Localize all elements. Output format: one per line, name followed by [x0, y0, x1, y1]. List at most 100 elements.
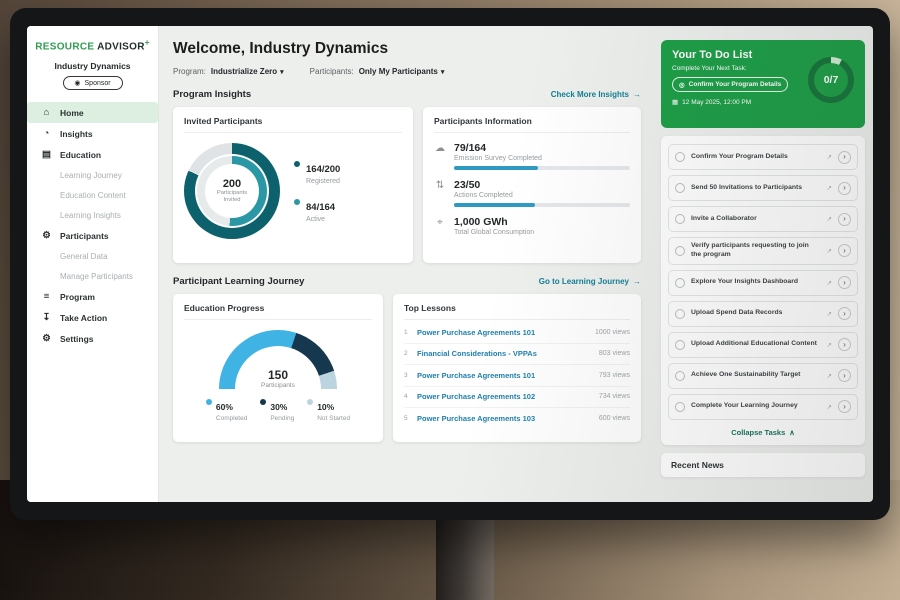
sidebar-item-education-content[interactable]: Education Content: [27, 185, 158, 205]
external-link-icon: ↗: [827, 403, 832, 411]
task-row-complete-learning-journey[interactable]: Complete Your Learning Journey ↗ ›: [668, 394, 858, 420]
check-more-insights-link[interactable]: Check More Insights →: [551, 90, 641, 99]
section-title: Participant Learning Journey: [173, 276, 304, 287]
learning-journey-header: Participant Learning Journey Go to Learn…: [173, 276, 641, 287]
task-row-explore-insights[interactable]: Explore Your Insights Dashboard ↗ ›: [668, 270, 858, 296]
go-to-learning-journey-link[interactable]: Go to Learning Journey →: [539, 277, 641, 286]
take-action-icon: ↧: [41, 312, 52, 323]
progress-bar: [454, 203, 630, 207]
task-chevron-button[interactable]: ›: [838, 276, 851, 289]
task-checkbox[interactable]: [675, 152, 685, 162]
arrow-right-icon: →: [633, 277, 641, 286]
sidebar-item-learning-journey[interactable]: Learning Journey: [27, 165, 158, 185]
program-filter-dropdown[interactable]: Industrialize Zero ▾: [211, 67, 284, 76]
task-checkbox[interactable]: [675, 278, 685, 288]
task-checkbox[interactable]: [675, 309, 685, 319]
external-link-icon: ↗: [827, 247, 832, 255]
todo-hero-card: Your To Do List Complete Your Next Task:…: [661, 40, 865, 128]
learning-journey-cards: Education Progress 150 Participants 60%: [173, 294, 641, 442]
task-checkbox[interactable]: [675, 214, 685, 224]
settings-icon: ⚙: [41, 333, 52, 344]
task-chevron-button[interactable]: ›: [838, 213, 851, 226]
task-chevron-button[interactable]: ›: [838, 182, 851, 195]
monitor: RESOURCE ADVISOR+ Industry Dynamics ◉ Sp…: [10, 8, 890, 520]
lesson-row: 1 Power Purchase Agreements 101 1000 vie…: [404, 322, 630, 344]
sidebar-item-home[interactable]: ⌂ Home: [27, 102, 158, 123]
main-content: Welcome, Industry Dynamics Program: Indu…: [159, 26, 655, 502]
participants-filter: Participants: Only My Participants ▾: [310, 67, 445, 76]
task-chevron-button[interactable]: ›: [838, 307, 851, 320]
task-chevron-button[interactable]: ›: [838, 400, 851, 413]
lesson-row: 4 Power Purchase Agreements 102 734 view…: [404, 387, 630, 409]
participants-icon: ⚙: [41, 230, 52, 241]
todo-progress-value: 0/7: [814, 63, 848, 97]
chevron-down-icon: ▾: [441, 68, 445, 76]
external-link-icon: ↗: [827, 279, 832, 287]
task-row-upload-spend-data[interactable]: Upload Spend Data Records ↗ ›: [668, 301, 858, 327]
external-link-icon: ↗: [827, 310, 832, 318]
sidebar-item-label: Manage Participants: [60, 272, 133, 281]
collapse-tasks-link[interactable]: Collapse Tasks ∧: [668, 425, 858, 442]
lesson-link[interactable]: Power Purchase Agreements 103: [417, 414, 535, 423]
lesson-link[interactable]: Financial Considerations - VPPAs: [417, 349, 537, 358]
lesson-row: 5 Power Purchase Agreements 103 600 view…: [404, 408, 630, 430]
card-title: Invited Participants: [184, 116, 402, 133]
task-checkbox[interactable]: [675, 402, 685, 412]
sidebar-item-insights[interactable]: ◔ Insights: [27, 123, 158, 144]
sidebar-item-manage-participants[interactable]: Manage Participants: [27, 266, 158, 286]
task-row-achieve-target[interactable]: Achieve One Sustainability Target ↗ ›: [668, 363, 858, 389]
sidebar-item-education[interactable]: ▤ Education: [27, 144, 158, 165]
task-chevron-button[interactable]: ›: [838, 338, 851, 351]
section-title: Program Insights: [173, 89, 251, 100]
sidebar-item-general-data[interactable]: General Data: [27, 246, 158, 266]
task-row-upload-educational-content[interactable]: Upload Additional Educational Content ↗ …: [668, 332, 858, 358]
task-checkbox[interactable]: [675, 340, 685, 350]
program-insights-cards: Invited Participants 200 Participants In…: [173, 107, 641, 263]
calendar-icon: ▦: [672, 98, 678, 106]
task-row-invite-collaborator[interactable]: Invite a Collaborator ↗ ›: [668, 206, 858, 232]
task-checkbox[interactable]: [675, 371, 685, 381]
invited-participants-card: Invited Participants 200 Participants In…: [173, 107, 413, 263]
legend-item-pending: 30% Pending: [260, 397, 294, 422]
legend-dot: [294, 199, 300, 205]
lesson-link[interactable]: Power Purchase Agreements 102: [417, 392, 535, 401]
task-row-confirm-program[interactable]: Confirm Your Program Details ↗ ›: [668, 144, 858, 170]
logo-plus: +: [145, 38, 150, 47]
task-row-send-invitations[interactable]: Send 50 Invitations to Participants ↗ ›: [668, 175, 858, 201]
app-logo: RESOURCE ADVISOR+: [27, 38, 158, 52]
task-chevron-button[interactable]: ›: [838, 244, 851, 257]
sponsor-badge-label: Sponsor: [85, 80, 111, 87]
task-checkbox[interactable]: [675, 246, 685, 256]
legend-item-active: 84/164 Active: [294, 197, 340, 223]
task-chevron-button[interactable]: ›: [838, 369, 851, 382]
sidebar-item-learning-insights[interactable]: Learning Insights: [27, 205, 158, 225]
consumption-icon: ⌖: [434, 217, 446, 236]
task-row-verify-participants[interactable]: Verify participants requesting to join t…: [668, 237, 858, 265]
legend-dot: [294, 161, 300, 167]
task-checkbox[interactable]: [675, 183, 685, 193]
emission-icon: ☁: [434, 143, 446, 170]
org-name: Industry Dynamics: [27, 61, 158, 71]
task-chevron-button[interactable]: ›: [838, 151, 851, 164]
sidebar-item-label: Program: [60, 292, 95, 302]
sidebar-item-take-action[interactable]: ↧ Take Action: [27, 307, 158, 328]
external-link-icon: ↗: [827, 372, 832, 380]
stat-actions-completed: ⇅ 23/50 Actions Completed: [434, 179, 630, 207]
next-task-pill[interactable]: ◎ Confirm Your Program Details: [672, 77, 788, 92]
participants-filter-dropdown[interactable]: Only My Participants ▾: [359, 67, 445, 76]
legend-item-completed: 60% Completed: [206, 397, 247, 422]
program-filter: Program: Industrialize Zero ▾: [173, 67, 284, 76]
lesson-link[interactable]: Power Purchase Agreements 101: [417, 328, 535, 337]
sidebar-item-program[interactable]: ≡ Program: [27, 286, 158, 307]
sponsor-badge: ◉ Sponsor: [63, 76, 123, 90]
card-title: Education Progress: [184, 303, 372, 320]
donut-center-value: 200: [223, 178, 241, 190]
lesson-link[interactable]: Power Purchase Agreements 101: [417, 371, 535, 380]
stat-global-consumption: ⌖ 1,000 GWh Total Global Consumption: [434, 216, 630, 236]
education-icon: ▤: [41, 149, 52, 160]
sidebar-item-participants[interactable]: ⚙ Participants: [27, 225, 158, 246]
external-link-icon: ↗: [827, 215, 832, 223]
external-link-icon: ↗: [827, 184, 832, 192]
sidebar-item-settings[interactable]: ⚙ Settings: [27, 328, 158, 349]
sidebar-item-label: Education: [60, 150, 101, 160]
